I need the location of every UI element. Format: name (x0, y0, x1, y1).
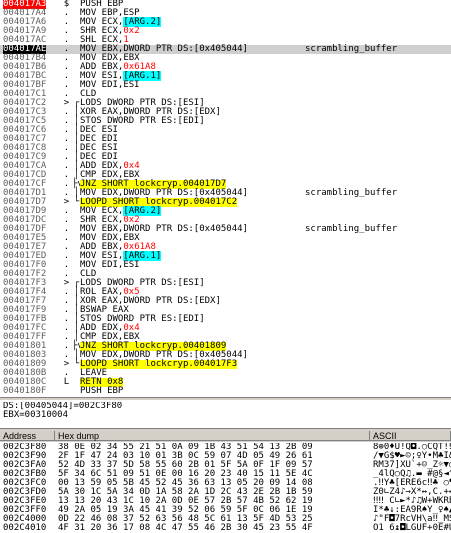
disasm-row[interactable]: 0040180C L RETN 0x8 (0, 378, 451, 387)
info-pane: DS:[00405044]=002C3F80 EBX=00310004 (0, 402, 451, 428)
disasm-address: 0040180F (3, 386, 47, 396)
disasm-marker: L (63, 377, 70, 387)
dump-header-ascii[interactable]: ASCII (370, 431, 451, 441)
dump-address: 002C4010 (3, 523, 47, 533)
disasm-instruction: PUSH EBP (80, 386, 124, 396)
hex-dump-pane[interactable]: 002C3F80 38 0E 02 34 55 21 51 0A 09 1B 43… (0, 443, 451, 533)
dump-row[interactable]: 002C4010 4F 31 20 36 17 08 4C 47 55 46 2B… (0, 524, 451, 533)
dump-header-address[interactable]: Address (0, 431, 55, 441)
dump-header: Address Hex dump ASCII (0, 431, 451, 442)
dump-ascii: O1 6↨◘LGUF+0E#UO (373, 523, 451, 533)
disassembly-pane[interactable]: 004017A3 $ PUSH EBP 004017A4. MOV EBP,ESP 004… (0, 0, 451, 395)
pane-splitter[interactable] (0, 397, 451, 400)
disasm-row[interactable]: 0040180F PUSH EBP (0, 386, 451, 396)
dump-hex: 4F 31 20 36 17 08 4C 47 55 46 2B 30 45 2… (58, 523, 313, 533)
disasm-comment: scrambling_buffer (305, 224, 398, 234)
disasm-comment: scrambling_buffer (305, 188, 398, 198)
info-line: EBX=00310004 (3, 410, 69, 420)
dump-header-hex[interactable]: Hex dump (55, 431, 370, 441)
disasm-comment: scrambling_buffer (305, 44, 398, 54)
